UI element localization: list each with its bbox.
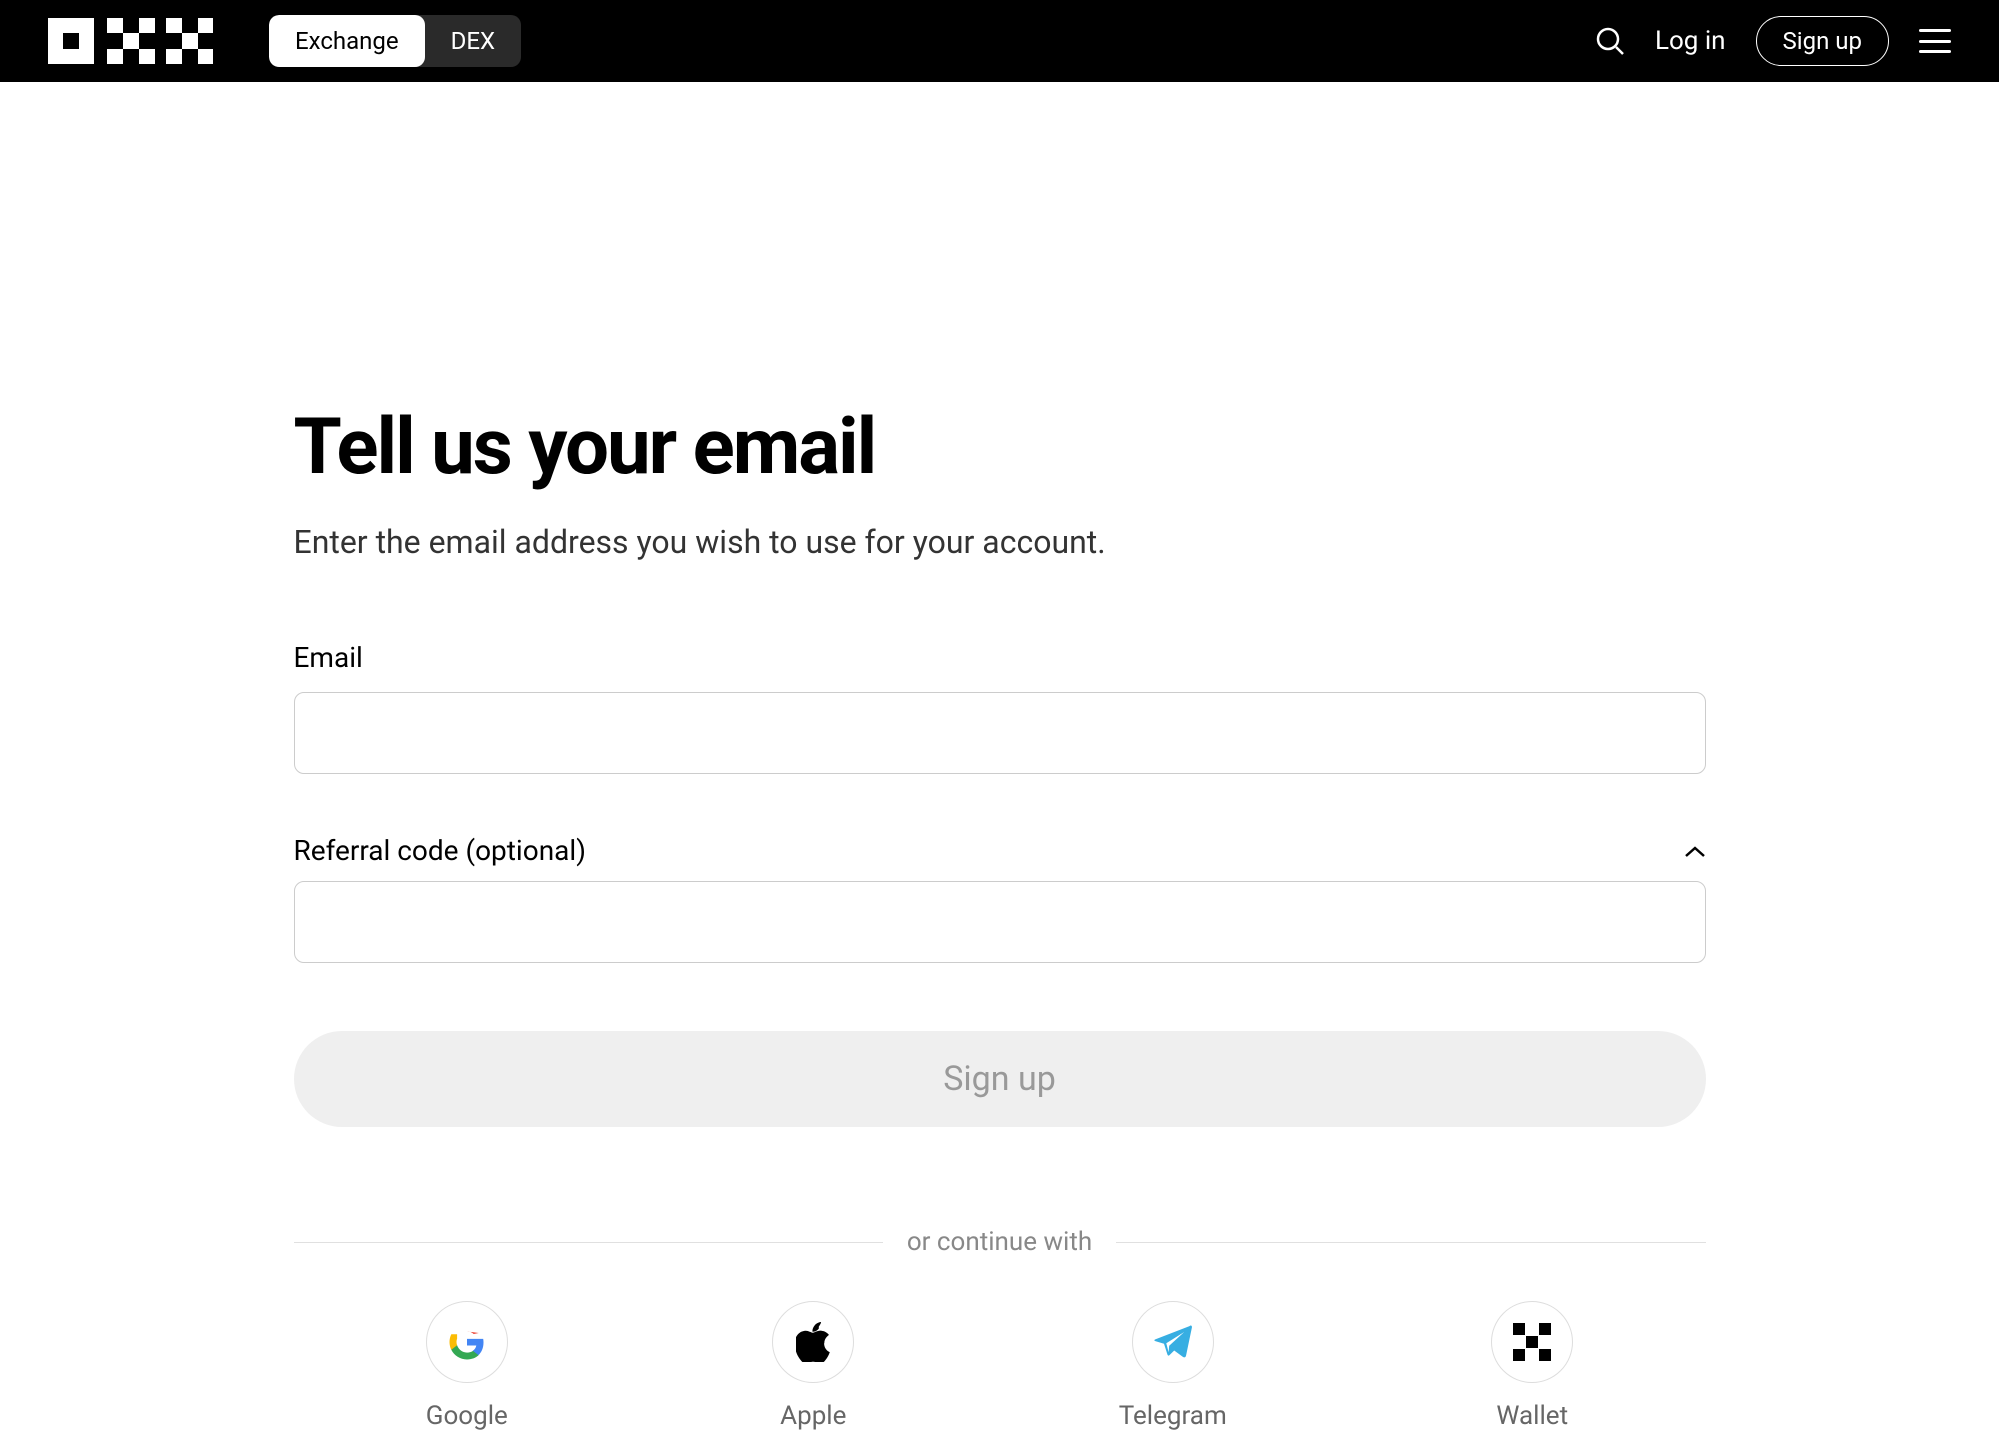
google-icon xyxy=(426,1301,508,1383)
login-link[interactable]: Log in xyxy=(1655,26,1726,56)
wallet-icon xyxy=(1491,1301,1573,1383)
social-google-label: Google xyxy=(426,1401,508,1431)
main-content: Tell us your email Enter the email addre… xyxy=(294,82,1706,1431)
header-right: Log in Sign up xyxy=(1595,16,1951,66)
divider-line-right xyxy=(1116,1242,1705,1243)
search-icon[interactable] xyxy=(1595,26,1625,56)
social-apple-button[interactable]: Apple xyxy=(772,1301,854,1431)
header-left: Exchange DEX xyxy=(48,15,521,67)
signup-header-button[interactable]: Sign up xyxy=(1756,16,1889,66)
referral-toggle[interactable]: Referral code (optional) xyxy=(294,834,1706,867)
tab-dex[interactable]: DEX xyxy=(425,15,521,67)
signup-submit-button[interactable]: Sign up xyxy=(294,1031,1706,1127)
social-buttons: Google Apple Telegram xyxy=(294,1301,1706,1431)
referral-label: Referral code (optional) xyxy=(294,834,586,867)
chevron-up-icon xyxy=(1684,844,1706,858)
social-apple-label: Apple xyxy=(780,1401,846,1431)
email-input[interactable] xyxy=(294,692,1706,774)
logo[interactable] xyxy=(48,18,213,64)
social-wallet-button[interactable]: Wallet xyxy=(1491,1301,1573,1431)
divider-line-left xyxy=(294,1242,883,1243)
tab-switcher: Exchange DEX xyxy=(269,15,521,67)
referral-input[interactable] xyxy=(294,881,1706,963)
telegram-icon xyxy=(1132,1301,1214,1383)
header: Exchange DEX Log in Sign up xyxy=(0,0,1999,82)
social-telegram-label: Telegram xyxy=(1119,1401,1227,1431)
social-telegram-button[interactable]: Telegram xyxy=(1119,1301,1227,1431)
page-title: Tell us your email xyxy=(294,402,1706,493)
email-label: Email xyxy=(294,641,1706,674)
social-google-button[interactable]: Google xyxy=(426,1301,508,1431)
divider: or continue with xyxy=(294,1227,1706,1257)
apple-icon xyxy=(772,1301,854,1383)
page-subtitle: Enter the email address you wish to use … xyxy=(294,523,1706,561)
hamburger-menu-icon[interactable] xyxy=(1919,29,1951,53)
divider-text: or continue with xyxy=(883,1227,1116,1257)
tab-exchange[interactable]: Exchange xyxy=(269,15,425,67)
social-wallet-label: Wallet xyxy=(1496,1401,1568,1431)
